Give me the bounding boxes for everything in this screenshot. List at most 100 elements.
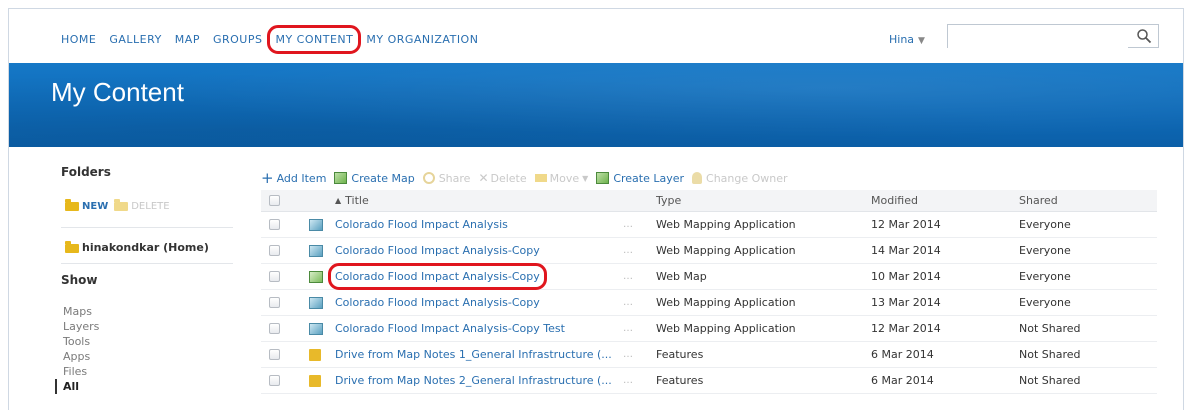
item-icon-cell bbox=[309, 342, 325, 367]
nav-my-organization[interactable]: MY ORGANIZATION bbox=[366, 33, 478, 46]
item-title-link[interactable]: Drive from Map Notes 1_General Infrastru… bbox=[335, 348, 612, 361]
web-app-icon bbox=[309, 322, 323, 335]
nav-my-content[interactable]: MY CONTENT bbox=[267, 25, 362, 54]
share-button[interactable]: Share bbox=[422, 171, 471, 185]
shared-column-header[interactable]: Shared bbox=[1019, 190, 1149, 211]
table-row: Colorado Flood Impact Analysis-Copy Test… bbox=[261, 316, 1157, 342]
row-checkbox[interactable] bbox=[269, 323, 280, 334]
item-title-link[interactable]: Drive from Map Notes 2_General Infrastru… bbox=[335, 374, 612, 387]
show-heading: Show bbox=[61, 273, 98, 287]
show-tools[interactable]: Tools bbox=[63, 334, 99, 349]
home-folder[interactable]: hinakondkar (Home) bbox=[65, 240, 209, 254]
folders-heading: Folders bbox=[61, 165, 111, 179]
delete-folder-button[interactable]: DELETE bbox=[114, 198, 170, 212]
modified-column-header[interactable]: Modified bbox=[871, 190, 1001, 211]
modified-cell: 14 Mar 2014 bbox=[871, 244, 941, 257]
search-input[interactable] bbox=[948, 25, 1128, 48]
item-icon-cell bbox=[309, 368, 325, 393]
page-banner: My Content bbox=[9, 63, 1183, 147]
move-button[interactable]: Move ▼ bbox=[534, 172, 588, 185]
new-folder-label: NEW bbox=[82, 201, 109, 212]
select-all-cell bbox=[269, 190, 285, 211]
table-row: Colorado Flood Impact Analysis … Web Map… bbox=[261, 212, 1157, 238]
type-cell: Web Mapping Application bbox=[656, 218, 796, 231]
home-folder-label: hinakondkar (Home) bbox=[82, 241, 209, 254]
type-cell: Web Mapping Application bbox=[656, 244, 796, 257]
new-folder-button[interactable]: NEW bbox=[65, 198, 109, 212]
row-checkbox[interactable] bbox=[269, 219, 280, 230]
more-options-icon[interactable]: … bbox=[623, 290, 637, 315]
create-map-button[interactable]: Create Map bbox=[334, 171, 415, 185]
nav-groups[interactable]: GROUPS bbox=[213, 33, 263, 46]
row-checkbox[interactable] bbox=[269, 245, 280, 256]
web-app-icon bbox=[309, 244, 323, 257]
map-icon bbox=[334, 172, 348, 184]
title-column-header[interactable]: ▲ Title bbox=[335, 190, 625, 211]
change-owner-button[interactable]: Change Owner bbox=[692, 172, 788, 185]
share-icon bbox=[422, 172, 435, 184]
share-label: Share bbox=[438, 171, 471, 185]
title-header-label: Title bbox=[345, 194, 369, 207]
shared-cell: Not Shared bbox=[1019, 374, 1081, 387]
title-cell: Drive from Map Notes 1_General Infrastru… bbox=[335, 342, 625, 367]
item-title-link[interactable]: Colorado Flood Impact Analysis-Copy bbox=[335, 244, 540, 257]
row-checkbox[interactable] bbox=[269, 271, 280, 282]
user-name: Hina bbox=[889, 33, 915, 46]
row-checkbox-cell bbox=[269, 212, 285, 237]
show-apps[interactable]: Apps bbox=[63, 349, 99, 364]
feature-icon bbox=[309, 348, 321, 361]
more-options-icon[interactable]: … bbox=[623, 368, 637, 393]
more-options-icon[interactable]: … bbox=[623, 212, 637, 237]
table-row: Colorado Flood Impact Analysis-Copy … We… bbox=[261, 263, 1157, 290]
show-maps[interactable]: Maps bbox=[63, 304, 99, 319]
web-map-icon bbox=[309, 270, 323, 283]
title-cell: Colorado Flood Impact Analysis bbox=[335, 212, 625, 237]
show-files[interactable]: Files bbox=[63, 364, 99, 379]
shared-cell: Everyone bbox=[1019, 218, 1071, 231]
type-cell: Web Map bbox=[656, 270, 707, 283]
item-icon-cell bbox=[309, 264, 325, 289]
search-icon[interactable] bbox=[1136, 28, 1152, 44]
show-all[interactable]: All bbox=[55, 379, 99, 394]
add-item-button[interactable]: + Add Item bbox=[261, 169, 326, 187]
title-cell: Colorado Flood Impact Analysis-Copy bbox=[335, 290, 625, 315]
user-menu[interactable]: Hina ▼ bbox=[889, 33, 925, 46]
item-title-link[interactable]: Colorado Flood Impact Analysis-Copy Test bbox=[335, 322, 565, 335]
folder-icon bbox=[65, 198, 79, 211]
row-checkbox-cell bbox=[269, 238, 285, 263]
delete-label: Delete bbox=[490, 171, 527, 185]
table-row: Colorado Flood Impact Analysis-Copy … We… bbox=[261, 238, 1157, 264]
more-options-icon[interactable]: … bbox=[623, 264, 637, 289]
create-map-label: Create Map bbox=[351, 171, 415, 185]
select-all-checkbox[interactable] bbox=[269, 195, 280, 206]
web-app-icon bbox=[309, 296, 323, 309]
create-layer-label: Create Layer bbox=[613, 171, 685, 185]
item-title-link[interactable]: Colorado Flood Impact Analysis bbox=[335, 218, 508, 231]
item-icon-cell bbox=[309, 238, 325, 263]
show-layers[interactable]: Layers bbox=[63, 319, 99, 334]
shared-cell: Everyone bbox=[1019, 270, 1071, 283]
table-row: Drive from Map Notes 1_General Infrastru… bbox=[261, 342, 1157, 368]
row-checkbox[interactable] bbox=[269, 349, 280, 360]
type-column-header[interactable]: Type bbox=[656, 190, 856, 211]
nav-home[interactable]: HOME bbox=[61, 33, 96, 46]
more-options-icon[interactable]: … bbox=[623, 238, 637, 263]
more-options-icon[interactable]: … bbox=[623, 316, 637, 341]
plus-icon: + bbox=[261, 169, 274, 187]
item-title-link[interactable]: Colorado Flood Impact Analysis-Copy bbox=[328, 263, 547, 290]
more-options-icon[interactable]: … bbox=[623, 342, 637, 367]
nav-map[interactable]: MAP bbox=[175, 33, 200, 46]
folder-move-icon bbox=[534, 174, 547, 182]
row-checkbox[interactable] bbox=[269, 375, 280, 386]
type-cell: Web Mapping Application bbox=[656, 322, 796, 335]
shared-cell: Everyone bbox=[1019, 296, 1071, 309]
delete-button[interactable]: ✕ Delete bbox=[478, 171, 526, 185]
nav-gallery[interactable]: GALLERY bbox=[109, 33, 161, 46]
user-icon bbox=[692, 172, 703, 184]
row-checkbox-cell bbox=[269, 264, 285, 289]
row-checkbox[interactable] bbox=[269, 297, 280, 308]
item-title-link[interactable]: Colorado Flood Impact Analysis-Copy bbox=[335, 296, 540, 309]
type-cell: Features bbox=[656, 374, 704, 387]
create-layer-button[interactable]: Create Layer bbox=[596, 172, 684, 185]
close-icon: ✕ bbox=[478, 171, 489, 185]
